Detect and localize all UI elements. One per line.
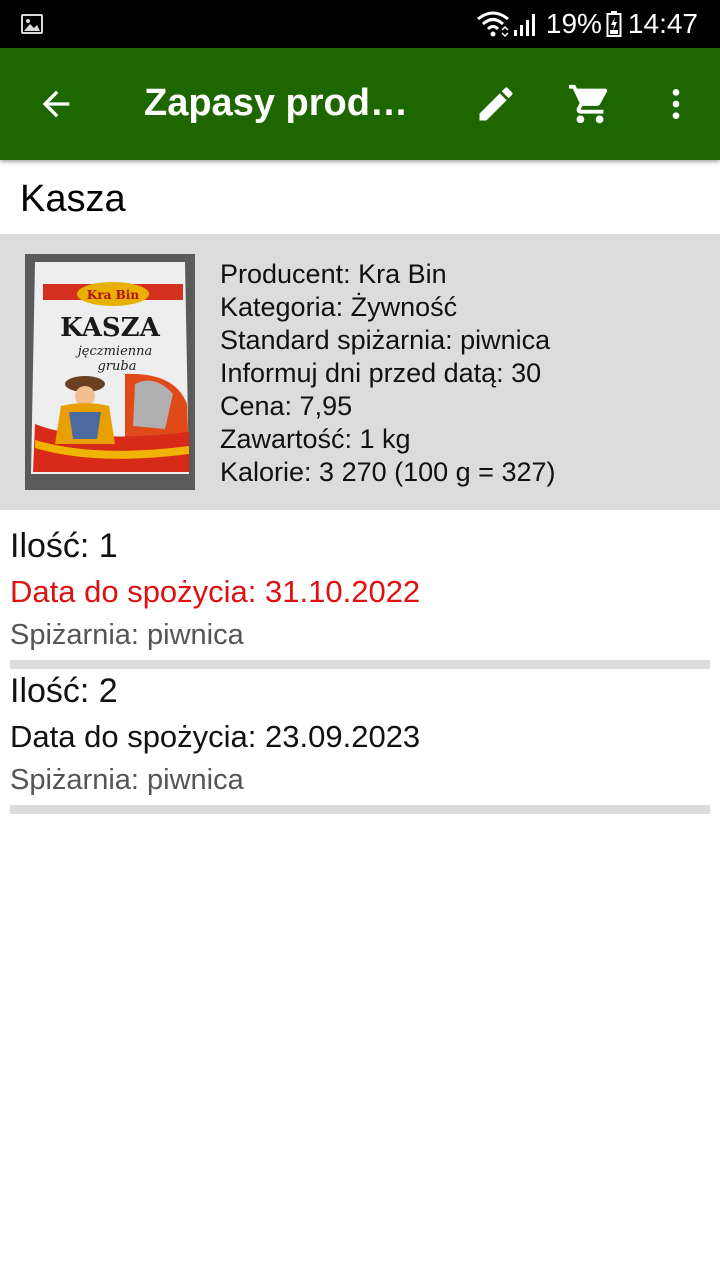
divider bbox=[10, 660, 710, 669]
stock-quantity: Ilość: 1 bbox=[10, 527, 118, 565]
detail-calories: Kalorie: 3 270 (100 g = 327) bbox=[220, 457, 556, 487]
app-bar: Zapasy produ… bbox=[0, 48, 720, 160]
stock-quantity: Ilość: 2 bbox=[10, 672, 118, 710]
detail-default-pantry: Standard spiżarnia: piwnica bbox=[220, 325, 551, 355]
edit-button[interactable] bbox=[468, 76, 524, 132]
image-notification-icon bbox=[21, 14, 43, 34]
wifi-icon bbox=[476, 11, 509, 38]
shopping-cart-icon bbox=[568, 84, 608, 124]
product-image: Kra Bin KASZA jęczmienna gruba bbox=[25, 254, 195, 490]
stock-pantry: Spiżarnia: piwnica bbox=[10, 619, 244, 651]
more-vert-icon bbox=[672, 89, 680, 119]
overflow-menu-button[interactable] bbox=[648, 76, 704, 132]
page-title: Zapasy produ… bbox=[144, 82, 424, 124]
status-time: 14:47 bbox=[627, 8, 698, 39]
status-bar: 19% 14:47 bbox=[0, 0, 720, 48]
detail-content: Zawartość: 1 kg bbox=[220, 424, 411, 454]
arrow-back-icon bbox=[42, 90, 70, 118]
back-button[interactable] bbox=[28, 76, 84, 132]
shopping-cart-button[interactable] bbox=[562, 76, 618, 132]
pencil-icon bbox=[479, 87, 513, 121]
package-subtitle2-text: gruba bbox=[98, 359, 137, 374]
package-subtitle-text: jęczmienna bbox=[75, 344, 153, 359]
detail-producer: Producent: Kra Bin bbox=[220, 259, 447, 289]
battery-percent: 19% bbox=[545, 8, 602, 39]
stock-expiry-date: Data do spożycia: 31.10.2022 bbox=[10, 574, 421, 609]
detail-notify-days: Informuj dni przed datą: 30 bbox=[220, 358, 542, 388]
divider bbox=[10, 805, 710, 814]
battery-icon bbox=[606, 11, 622, 37]
product-package-image: Kra Bin KASZA jęczmienna gruba bbox=[25, 254, 195, 490]
product-details: Producent: Kra Bin Kategoria: Żywność St… bbox=[220, 258, 555, 489]
package-title-text: KASZA bbox=[60, 313, 160, 343]
package-brand-text: Kra Bin bbox=[87, 288, 139, 302]
stock-item[interactable]: Ilość: 2 Data do spożycia: 23.09.2023 Sp… bbox=[10, 671, 710, 814]
stock-pantry: Spiżarnia: piwnica bbox=[10, 764, 244, 796]
stock-item[interactable]: Ilość: 1 Data do spożycia: 31.10.2022 Sp… bbox=[10, 526, 710, 669]
detail-category: Kategoria: Żywność bbox=[220, 292, 458, 322]
stock-expiry-date: Data do spożycia: 23.09.2023 bbox=[10, 719, 421, 754]
signal-icon bbox=[513, 14, 535, 36]
detail-price: Cena: 7,95 bbox=[220, 391, 353, 421]
product-name: Kasza bbox=[20, 178, 126, 220]
product-info-panel: Kra Bin KASZA jęczmienna gruba Producent… bbox=[0, 234, 720, 510]
